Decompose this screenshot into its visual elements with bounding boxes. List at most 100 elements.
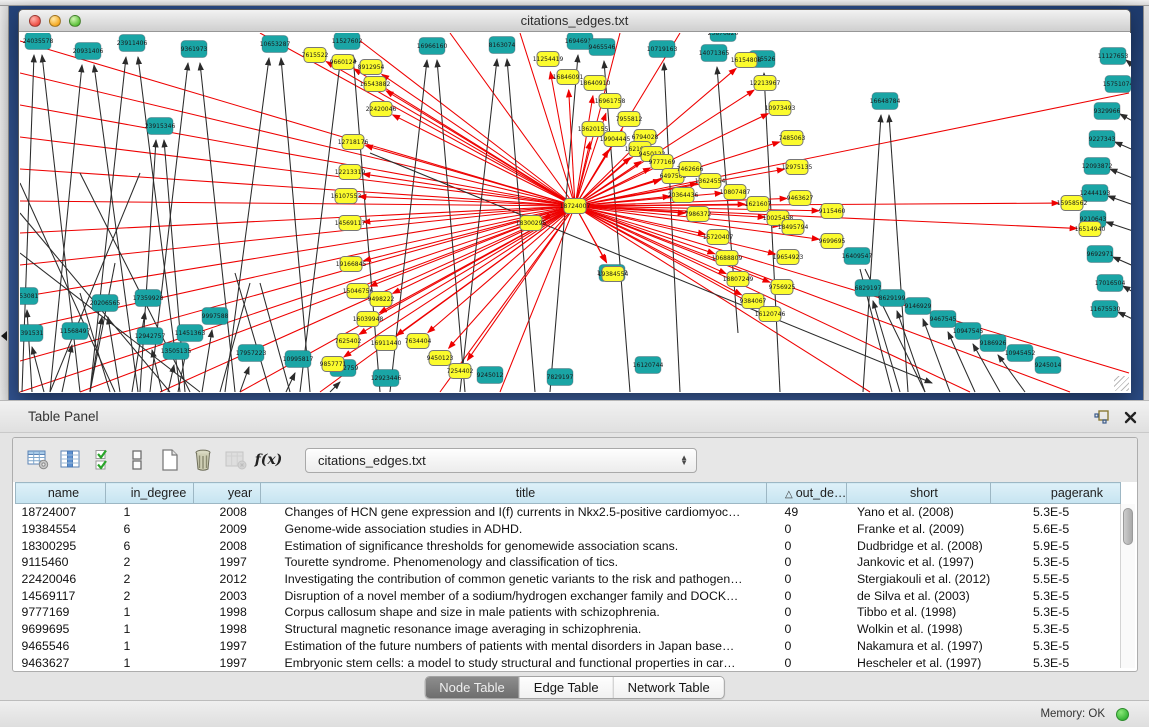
table-scrollbar[interactable]: [1120, 504, 1135, 668]
graph-node-label: 9498222: [368, 296, 395, 303]
table-cell: 6: [106, 521, 194, 538]
table-cell: Disruption of a novel member of a sodium…: [261, 588, 767, 605]
column-header-out_de[interactable]: △out_de…: [767, 483, 847, 504]
float-panel-icon[interactable]: [1094, 410, 1110, 425]
window-resize-grip[interactable]: [1114, 376, 1129, 391]
table-cell: Estimation of the future numbers of pati…: [261, 638, 767, 655]
graph-edge: [889, 115, 908, 392]
table-cell: 5.3E-5: [991, 588, 1121, 605]
delete-table-icon: [219, 444, 252, 476]
graph-edge: [1106, 222, 1131, 235]
graph-node-label: 16107553: [331, 193, 362, 200]
table-row[interactable]: 1938455462009Genome-wide association stu…: [16, 521, 1121, 538]
tab-network-table[interactable]: Network Table: [614, 677, 724, 698]
function-builder-icon[interactable]: f(x): [252, 444, 285, 476]
zoom-window-button[interactable]: [69, 15, 81, 27]
graph-edge: [152, 350, 162, 392]
network-graph[interactable]: 2403557820931406239114069361973106532871…: [20, 33, 1131, 393]
table-cell: Franke et al. (2009): [847, 521, 991, 538]
column-header-in_degree[interactable]: in_degree: [106, 483, 194, 504]
column-header-year[interactable]: year: [194, 483, 261, 504]
table-cell: 1997: [194, 638, 261, 655]
graph-node-label: 9467545: [930, 316, 957, 323]
selection-mode-icon[interactable]: [87, 444, 120, 476]
network-canvas[interactable]: 2403557820931406239114069361973106532871…: [20, 33, 1131, 393]
table-cell: 2003: [194, 588, 261, 605]
graph-node-label: 19166845: [336, 261, 367, 268]
column-header-title[interactable]: title: [261, 483, 767, 504]
table-row[interactable]: 1830029562008Estimation of significance …: [16, 537, 1121, 554]
table-row[interactable]: 1872400712008Changes of HCN gene express…: [16, 504, 1121, 521]
table-cell: 2009: [194, 521, 261, 538]
table-cell: 2008: [194, 537, 261, 554]
table-row[interactable]: 2242004622012Investigating the contribut…: [16, 571, 1121, 588]
table-row[interactable]: 1456911722003Disruption of a novel membe…: [16, 588, 1121, 605]
table-mode-icon[interactable]: [21, 444, 54, 476]
graph-node-label: 10945452: [1005, 350, 1036, 357]
graph-edge: [94, 65, 138, 392]
graph-edge: [50, 65, 82, 392]
graph-node-label: 7634404: [405, 338, 432, 345]
tab-edge-table[interactable]: Edge Table: [520, 677, 614, 698]
table-cell: 0: [767, 604, 847, 621]
graph-edge: [202, 330, 212, 392]
window-titlebar[interactable]: citations_edges.txt: [19, 10, 1130, 32]
graph-edge: [90, 57, 126, 392]
table-cell: 5.3E-5: [991, 604, 1121, 621]
close-panel-icon[interactable]: [1124, 411, 1137, 424]
column-header-pagerank[interactable]: pagerank: [991, 483, 1121, 504]
table-cell: Stergiakouli et al. (2012): [847, 571, 991, 588]
graph-node-label: 9692971: [1087, 251, 1114, 258]
table-cell: Genome-wide association studies in ADHD.: [261, 521, 767, 538]
memory-ok-icon[interactable]: [1116, 708, 1129, 721]
table-scrollbar-thumb[interactable]: [1123, 508, 1133, 545]
graph-node-label: 9384067: [740, 298, 767, 305]
graph-edge: [1120, 114, 1131, 128]
table-panel-title: Table Panel: [28, 409, 99, 424]
table-cell: 0: [767, 655, 847, 672]
table-cell: Investigating the contribution of common…: [261, 571, 767, 588]
show-columns-icon[interactable]: [54, 444, 87, 476]
graph-node-label: 10719163: [647, 46, 678, 53]
table-cell: 9463627: [16, 655, 106, 672]
graph-node-label: 12213319: [335, 169, 366, 176]
graph-edge: [897, 311, 925, 392]
graph-node-label: 12942757: [135, 333, 166, 340]
graph-node-label: 7829197: [547, 374, 574, 381]
close-window-button[interactable]: [29, 15, 41, 27]
table-cell: Estimation of significance thresholds fo…: [261, 537, 767, 554]
table-row[interactable]: 946554611997Estimation of the future num…: [16, 638, 1121, 655]
column-header-short[interactable]: short: [847, 483, 991, 504]
table-cell: Embryonic stem cells: a model to study s…: [261, 655, 767, 672]
column-header-name[interactable]: name: [16, 483, 106, 504]
row-checkboxes-icon[interactable]: [120, 444, 153, 476]
table-cell: Jankovic et al. (1997): [847, 554, 991, 571]
status-bar: Memory: OK: [0, 700, 1149, 727]
right-panel-edge: [1143, 6, 1149, 400]
table-cell: 9777169: [16, 604, 106, 621]
table-row[interactable]: 946362711997Embryonic stem cells: a mode…: [16, 655, 1121, 672]
table-cell: 1997: [194, 554, 261, 571]
graph-edge: [575, 142, 590, 206]
minimize-window-button[interactable]: [49, 15, 61, 27]
table-cell: Nakamura et al. (1997): [847, 638, 991, 655]
graph-edge: [1126, 60, 1131, 75]
graph-node-label: 16543882: [360, 81, 391, 88]
graph-node-label: 19654923: [773, 254, 804, 261]
table-row[interactable]: 911546021997Tourette syndrome. Phenomeno…: [16, 554, 1121, 571]
delete-columns-icon[interactable]: [186, 444, 219, 476]
new-column-icon[interactable]: [153, 444, 186, 476]
table-cell: 0: [767, 621, 847, 638]
tab-node-table[interactable]: Node Table: [425, 677, 520, 698]
graph-node-label: 13624554: [695, 178, 726, 185]
table-selector-value: citations_edges.txt: [318, 453, 426, 468]
table-cell: 2: [106, 554, 194, 571]
graph-node-label: 16120746: [755, 311, 786, 318]
network-view-window[interactable]: citations_edges.txt 24035578209314062391…: [18, 9, 1131, 393]
graph-node-label: 7254402: [447, 368, 474, 375]
table-row[interactable]: 977716911998Corpus callosum shape and si…: [16, 604, 1121, 621]
table-row[interactable]: 969969511998Structural magnetic resonanc…: [16, 621, 1121, 638]
table-selector-dropdown[interactable]: citations_edges.txt ▲▼: [305, 448, 697, 473]
graph-edge: [20, 206, 575, 265]
panel-collapse-arrow[interactable]: [1, 331, 7, 341]
